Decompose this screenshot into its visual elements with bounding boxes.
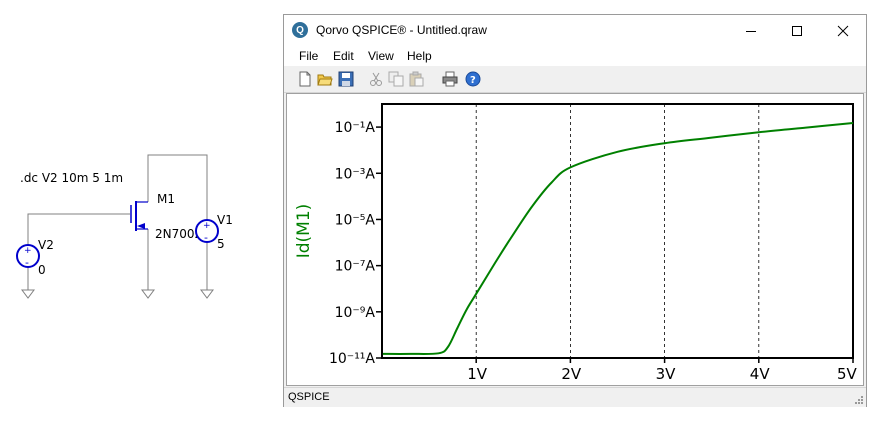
y-tick-label: 10⁻³A: [335, 166, 376, 182]
title-bar[interactable]: Q Qorvo QSPICE® - Untitled.qraw: [284, 15, 866, 46]
toolbar: ?: [284, 66, 866, 93]
v2-name-label: V2: [38, 238, 54, 252]
paste-icon[interactable]: [408, 71, 424, 87]
x-axis-ticks: 1V 2V 3V 4V 5V: [467, 358, 858, 383]
copy-icon[interactable]: [388, 71, 404, 87]
m1-model-label: 2N7002: [155, 227, 202, 241]
voltage-source-v2-symbol[interactable]: + -: [16, 244, 40, 269]
y-tick-label: 10⁻¹¹A: [329, 351, 375, 367]
svg-text:-: -: [204, 231, 208, 244]
svg-text:-: -: [25, 256, 29, 269]
menu-help[interactable]: Help: [407, 49, 432, 63]
ground-symbols: [21, 289, 214, 299]
minimize-icon: [746, 30, 756, 32]
y-tick-label: 10⁻¹A: [335, 120, 376, 136]
resize-grip-icon[interactable]: [854, 395, 864, 405]
open-folder-icon[interactable]: [317, 71, 333, 87]
maximize-icon: [792, 25, 802, 36]
y-axis-ticks: 10⁻¹¹A 10⁻⁹A 10⁻⁷A 10⁻⁵A 10⁻³A 10⁻¹A: [329, 120, 382, 367]
print-icon[interactable]: [442, 71, 458, 87]
x-tick-label: 5V: [837, 365, 858, 383]
y-tick-label: 10⁻⁵A: [335, 212, 376, 228]
menu-edit[interactable]: Edit: [333, 49, 354, 63]
v2-value-label: 0: [38, 263, 46, 277]
window-title: Qorvo QSPICE® - Untitled.qraw: [316, 23, 487, 37]
y-axis-label[interactable]: Id(M1): [294, 204, 314, 259]
mosfet-m1-symbol[interactable]: [130, 201, 148, 231]
close-icon: [837, 25, 849, 36]
schematic-canvas: .dc V2 10m 5 1m M1 2N7002 + - V1 5 + - V…: [16, 154, 233, 299]
menu-bar: File Edit View Help: [284, 46, 866, 66]
qspice-app-icon: Q: [292, 22, 308, 38]
m1-name-label: M1: [157, 192, 175, 206]
plot-area[interactable]: 10⁻¹¹A 10⁻⁹A 10⁻⁷A 10⁻⁵A 10⁻³A 10⁻¹A 1V 2V 3V 4V…: [286, 93, 864, 386]
v1-name-label: V1: [217, 213, 233, 227]
save-icon[interactable]: [338, 71, 354, 87]
status-bar: QSPICE: [284, 387, 866, 407]
plot-border: [381, 103, 854, 359]
menu-file[interactable]: File: [299, 49, 318, 63]
y-tick-label: 10⁻⁹A: [335, 305, 376, 321]
minimize-button[interactable]: [728, 15, 774, 46]
waveform-chart[interactable]: 10⁻¹¹A 10⁻⁹A 10⁻⁷A 10⁻⁵A 10⁻³A 10⁻¹A 1V 2V 3V 4V…: [287, 94, 863, 385]
x-tick-label: 1V: [467, 365, 488, 383]
cut-icon[interactable]: [368, 71, 384, 87]
status-text: QSPICE: [288, 391, 330, 403]
svg-text:?: ?: [470, 75, 476, 86]
close-button[interactable]: [820, 15, 866, 46]
y-tick-label: 10⁻⁷A: [335, 259, 376, 275]
waveform-window: Q Qorvo QSPICE® - Untitled.qraw File Edi…: [283, 14, 867, 407]
v1-value-label: 5: [217, 237, 225, 251]
x-tick-label: 4V: [750, 365, 771, 383]
maximize-button[interactable]: [774, 15, 820, 46]
help-icon[interactable]: ?: [465, 71, 481, 87]
svg-text:+: +: [203, 221, 211, 231]
x-tick-label: 3V: [656, 365, 677, 383]
svg-text:+: +: [24, 246, 32, 256]
new-file-icon[interactable]: [297, 71, 313, 87]
spice-directive: .dc V2 10m 5 1m: [20, 171, 123, 185]
menu-view[interactable]: View: [368, 49, 394, 63]
x-tick-label: 2V: [561, 365, 582, 383]
